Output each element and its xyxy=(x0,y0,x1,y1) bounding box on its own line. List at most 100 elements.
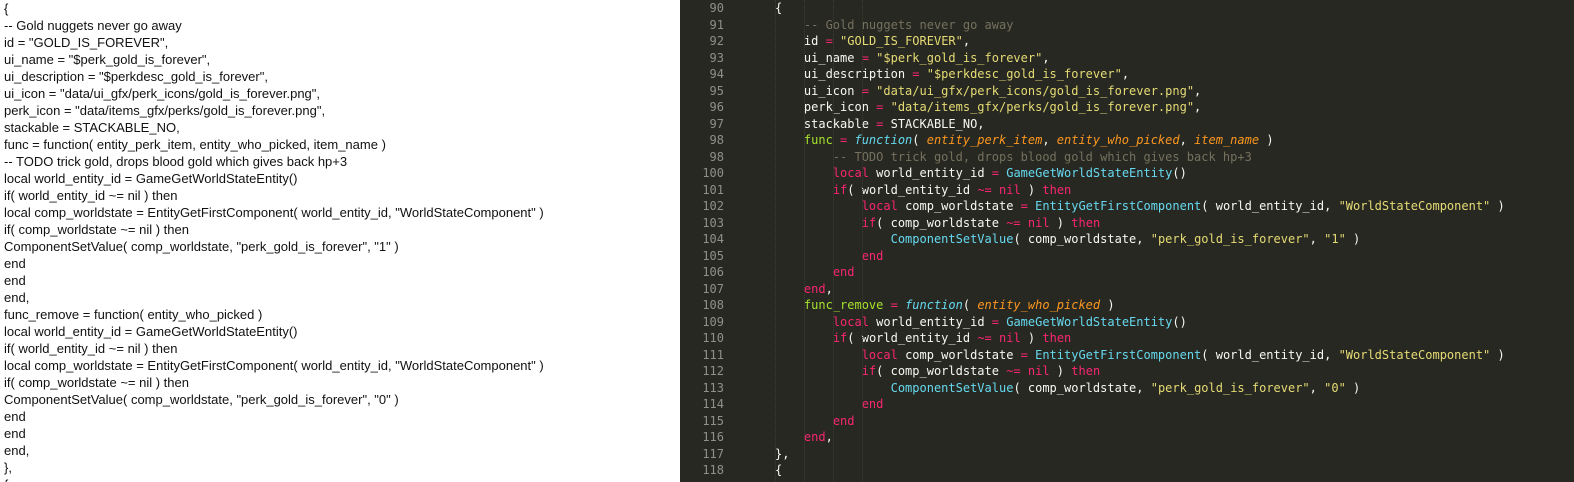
line-number: 112 xyxy=(702,364,724,378)
code-area[interactable]: { -- Gold nuggets never go away id = "GO… xyxy=(775,0,1574,482)
dark-code-editor[interactable]: 90 91 92 93 94 95 96 97 98 98 100 101 102 103 104 105 10… xyxy=(680,0,1574,482)
plain-code-line: if( comp_worldstate ~= nil ) then xyxy=(4,375,189,390)
code-token: = xyxy=(861,50,877,65)
indent-guide xyxy=(775,0,776,482)
code-line: ComponentSetValue( comp_worldstate, "per… xyxy=(775,380,1574,397)
code-token: ( world_entity_id, xyxy=(1201,199,1339,213)
code-token: func_remove xyxy=(803,298,891,312)
code-line: end xyxy=(775,248,1574,265)
code-line: ui_name = "$perk_gold_is_forever", xyxy=(775,50,1574,67)
line-number: 98 xyxy=(709,149,724,164)
plain-code-line: end xyxy=(4,426,26,441)
code-line: func = function( entity_perk_item, entit… xyxy=(775,132,1574,149)
code-token: -- TODO trick gold, drops blood gold whi… xyxy=(803,149,1252,164)
code-line: ComponentSetValue( comp_worldstate, "per… xyxy=(775,231,1574,248)
plain-code-line: end xyxy=(4,256,26,271)
code-token: ( comp_worldstate, xyxy=(1013,380,1151,395)
plain-code-line: end xyxy=(4,409,26,424)
code-token: local xyxy=(832,166,877,180)
code-line: local world_entity_id = GameGetWorldStat… xyxy=(775,314,1574,331)
code-line: stackable = STACKABLE_NO, xyxy=(775,116,1574,133)
code-token: then xyxy=(1042,331,1072,345)
code-token: , xyxy=(1121,67,1130,81)
plain-code-line: -- Gold nuggets never go away xyxy=(4,18,182,33)
plain-code-line: func = function( entity_perk_item, entit… xyxy=(4,137,386,152)
code-token: ) xyxy=(1020,182,1043,197)
code-token: if xyxy=(861,364,877,378)
code-token: EntityGetFirstComponent xyxy=(1035,199,1202,213)
line-number: 105 xyxy=(702,248,724,263)
line-number: 95 xyxy=(709,83,724,98)
code-token: func xyxy=(803,133,841,147)
code-token: "1" xyxy=(1324,232,1346,246)
plain-code-line: func_remove = function( entity_who_picke… xyxy=(4,307,263,322)
code-token: ( xyxy=(912,133,927,147)
code-token: , xyxy=(962,34,971,48)
line-number: 106 xyxy=(702,265,724,279)
code-token: local xyxy=(861,199,906,213)
code-token: , xyxy=(1042,50,1050,65)
line-number: 115 xyxy=(702,413,724,428)
code-token: { xyxy=(775,1,783,15)
code-line: id = "GOLD_IS_FOREVER", xyxy=(775,33,1574,50)
code-token: { xyxy=(775,463,783,477)
code-token: }, xyxy=(775,446,790,461)
code-line: { xyxy=(775,0,1574,17)
code-token: , xyxy=(1309,380,1325,395)
code-token: = xyxy=(1020,199,1036,213)
plain-code-line: ComponentSetValue( comp_worldstate, "per… xyxy=(4,239,399,254)
code-token: "data/items_gfx/perks/gold_is_forever.pn… xyxy=(890,100,1195,114)
code-line: if( world_entity_id ~= nil ) then xyxy=(775,182,1574,199)
code-token: = xyxy=(991,314,1007,329)
code-token: , xyxy=(1042,133,1057,147)
code-token: ) xyxy=(1490,347,1505,362)
code-line: ui_icon = "data/ui_gfx/perk_icons/gold_i… xyxy=(775,83,1574,100)
line-number: 93 xyxy=(709,50,724,65)
line-number: 102 xyxy=(702,199,724,213)
plain-code-line: if( world_entity_id ~= nil ) then xyxy=(4,188,178,203)
code-token: = xyxy=(840,133,855,147)
code-token: = xyxy=(912,67,927,81)
line-number: 116 xyxy=(702,430,724,444)
code-token: EntityGetFirstComponent xyxy=(1035,347,1202,362)
line-number-gutter: 90 91 92 93 94 95 96 97 98 98 100 101 102 103 104 105 10… xyxy=(680,0,724,482)
plain-code-line: end xyxy=(4,273,26,288)
line-number: 100 xyxy=(702,166,724,180)
plain-text-code-view[interactable]: {-- Gold nuggets never go away id = "GOLD… xyxy=(0,0,680,482)
plain-code-line: { xyxy=(4,476,680,482)
code-token: ( comp_worldstate xyxy=(876,215,1007,230)
line-number: 104 xyxy=(702,232,724,246)
line-number: 98 xyxy=(709,133,724,147)
code-token: "$perkdesc_gold_is_forever" xyxy=(926,67,1122,81)
code-token: stackable xyxy=(803,116,877,131)
code-token: , xyxy=(825,281,833,296)
plain-code-line: -- TODO trick gold, drops blood gold whi… xyxy=(4,154,348,169)
code-token: local xyxy=(832,314,877,329)
code-token: ) xyxy=(1049,364,1072,378)
line-number: 92 xyxy=(709,34,724,48)
plain-code-line: }, xyxy=(4,460,12,475)
code-token: ( world_entity_id xyxy=(847,182,978,197)
plain-code-line: local comp_worldstate = EntityGetFirstCo… xyxy=(4,358,544,373)
plain-code-line: ui_description = "$perkdesc_gold_is_fore… xyxy=(4,69,268,84)
code-token: ( world_entity_id xyxy=(847,331,978,345)
code-token: = xyxy=(890,298,906,312)
code-token: -- Gold nuggets never go away xyxy=(803,17,1014,32)
code-line: local comp_worldstate = EntityGetFirstCo… xyxy=(775,198,1574,215)
line-number: 114 xyxy=(702,397,724,411)
code-token: , xyxy=(1309,232,1325,246)
code-token: "perk_gold_is_forever" xyxy=(1150,380,1310,395)
code-token: ) xyxy=(1259,133,1274,147)
indent-guide xyxy=(804,0,805,482)
code-token: "perk_gold_is_forever" xyxy=(1150,232,1310,246)
code-token: then xyxy=(1071,364,1101,378)
line-number: 113 xyxy=(702,380,724,395)
code-token: , xyxy=(1179,133,1195,147)
code-token: = xyxy=(876,116,891,131)
